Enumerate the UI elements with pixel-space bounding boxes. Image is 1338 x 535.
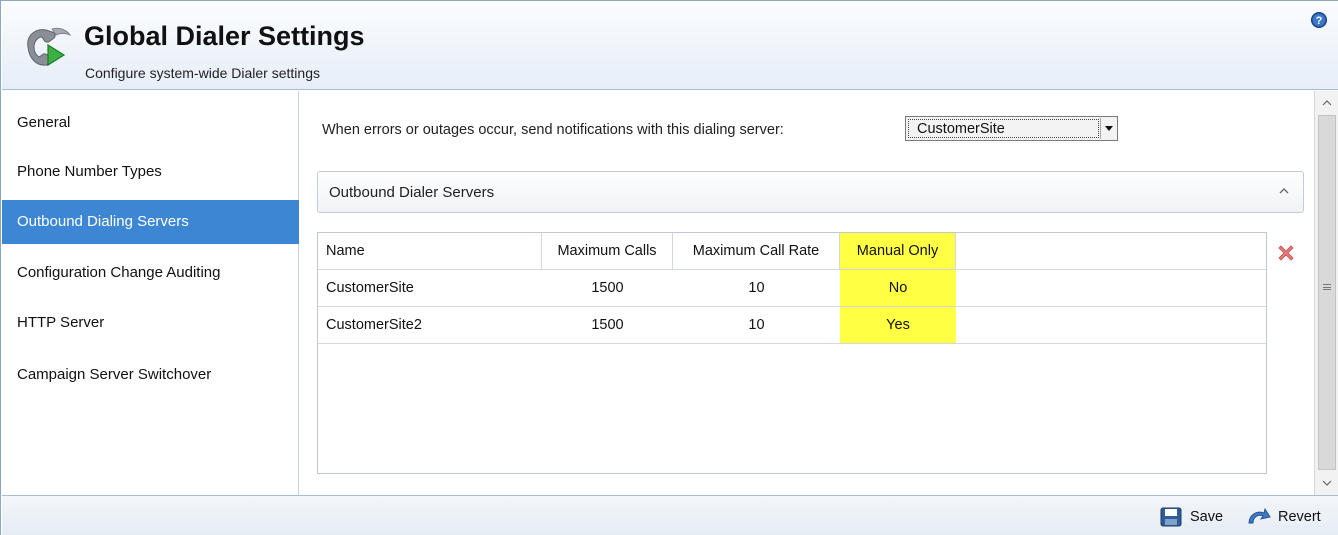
scrollbar-thumb[interactable]: [1318, 115, 1336, 470]
cell-manual-only[interactable]: No: [840, 270, 956, 306]
cell-maximum-call-rate: 10: [748, 280, 765, 296]
sidebar-item-campaign-server-switchover[interactable]: Campaign Server Switchover: [2, 353, 299, 397]
table-row[interactable]: CustomerSite 1500 10 No: [318, 270, 1266, 307]
save-label: Save: [1190, 509, 1224, 525]
page-title: Global Dialer Settings: [84, 21, 365, 51]
page-subtitle: Configure system-wide Dialer settings: [85, 65, 320, 81]
sidebar-item-configuration-change-auditing[interactable]: Configuration Change Auditing: [2, 251, 299, 295]
column-header-name[interactable]: Name: [318, 233, 542, 269]
sidebar-item-label: Configuration Change Auditing: [17, 264, 221, 281]
table-header-row: Name Maximum Calls Maximum Call Rate Man…: [318, 233, 1266, 270]
save-icon: [1160, 507, 1182, 527]
sidebar-item-label: HTTP Server: [17, 314, 105, 331]
column-header-manual-only[interactable]: Manual Only: [840, 233, 956, 269]
group-title: Outbound Dialer Servers: [329, 184, 495, 201]
settings-sidebar: General Phone Number Types Outbound Dial…: [2, 91, 299, 495]
notification-server-select[interactable]: CustomerSite: [905, 116, 1118, 141]
outbound-dialer-servers-group[interactable]: Outbound Dialer Servers: [317, 171, 1304, 213]
footer-toolbar: Save Revert: [2, 495, 1338, 535]
revert-icon: [1248, 507, 1271, 524]
settings-content: When errors or outages occur, send notif…: [300, 91, 1314, 495]
grip-icon: [1323, 284, 1331, 290]
column-header-maximum-call-rate[interactable]: Maximum Call Rate: [673, 233, 840, 269]
svg-text:?: ?: [1316, 15, 1323, 27]
sidebar-item-label: Outbound Dialing Servers: [17, 213, 189, 230]
chevron-up-icon[interactable]: [1279, 186, 1289, 196]
sidebar-item-http-server[interactable]: HTTP Server: [2, 301, 299, 345]
chevron-down-icon[interactable]: [1100, 118, 1116, 139]
cell-maximum-call-rate: 10: [748, 317, 765, 333]
cell-maximum-calls: 1500: [591, 280, 624, 296]
column-header-maximum-calls[interactable]: Maximum Calls: [542, 233, 673, 269]
cell-manual-only[interactable]: Yes: [840, 307, 956, 343]
vertical-scrollbar[interactable]: [1314, 91, 1338, 495]
sidebar-item-outbound-dialing-servers[interactable]: Outbound Dialing Servers: [2, 200, 299, 244]
table-row[interactable]: CustomerSite2 1500 10 Yes: [318, 307, 1266, 344]
help-icon[interactable]: ?: [1311, 12, 1327, 28]
sidebar-item-label: General: [17, 114, 71, 131]
cell-name: CustomerSite: [326, 280, 414, 296]
scroll-down-icon[interactable]: [1315, 473, 1338, 493]
delete-icon[interactable]: [1276, 243, 1296, 263]
notification-server-value: CustomerSite: [908, 119, 1099, 138]
sidebar-item-general[interactable]: General: [2, 101, 299, 145]
phone-play-icon: [27, 27, 72, 67]
scroll-up-icon[interactable]: [1315, 93, 1338, 113]
settings-window: Global Dialer Settings Configure system-…: [0, 0, 1338, 535]
notification-server-label: When errors or outages occur, send notif…: [322, 122, 784, 138]
revert-label: Revert: [1278, 509, 1321, 525]
cell-maximum-calls: 1500: [591, 317, 624, 333]
sidebar-item-label: Campaign Server Switchover: [17, 366, 212, 383]
servers-table: Name Maximum Calls Maximum Call Rate Man…: [317, 232, 1267, 474]
sidebar-item-label: Phone Number Types: [17, 163, 162, 180]
cell-name: CustomerSite2: [326, 317, 422, 333]
page-header: Global Dialer Settings Configure system-…: [2, 1, 1338, 90]
sidebar-item-phone-number-types[interactable]: Phone Number Types: [2, 150, 299, 194]
